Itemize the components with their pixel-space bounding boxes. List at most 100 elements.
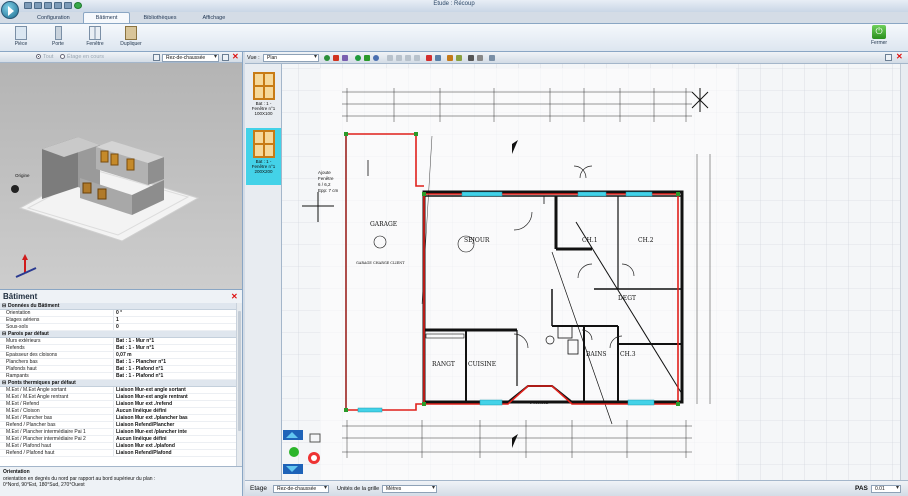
- tooltip-line: Fenêtre: [318, 176, 334, 181]
- tab-batiment[interactable]: Bâtiment: [82, 12, 131, 23]
- property-row[interactable]: M.Ext / M.Ext Angle sortant Liaison Mur-e…: [0, 387, 242, 394]
- room-label: SEJOUR: [464, 237, 490, 244]
- navigation-widget[interactable]: [282, 428, 324, 476]
- property-row[interactable]: Sous-sols 0: [0, 324, 242, 331]
- floor-select[interactable]: Rez-de-chaussée: [273, 485, 329, 493]
- close-properties-icon[interactable]: ✕: [231, 293, 238, 301]
- play-icon[interactable]: [355, 55, 361, 61]
- tab-affichage[interactable]: Affichage: [189, 12, 238, 23]
- title-bar: Etude : Récoup: [0, 0, 908, 12]
- room-label: CH.2: [638, 237, 654, 244]
- radio-current-label: Étage en cours: [67, 54, 104, 60]
- plan-toolbar: Vue : Plan ✕: [245, 52, 908, 64]
- undock-icon[interactable]: [222, 54, 229, 61]
- duplicate-icon: [125, 26, 137, 40]
- level-select[interactable]: Rez-de-chaussée: [162, 54, 219, 62]
- close-plan-icon[interactable]: ✕: [896, 53, 903, 61]
- room-icon: [15, 26, 27, 40]
- window-button[interactable]: Fenêtre: [84, 26, 106, 51]
- radio-current-floor[interactable]: [60, 54, 65, 59]
- left-panel: Tout Étage en cours Rez-de-chaussée ✕: [0, 52, 243, 496]
- cut-icon[interactable]: [396, 55, 402, 61]
- pen-icon[interactable]: [333, 55, 339, 61]
- grid-icon[interactable]: [435, 55, 441, 61]
- property-row[interactable]: Planchers bas Bat : 1 - Plancher n°1: [0, 359, 242, 366]
- window-icon: [89, 26, 101, 40]
- collapse-icon: ⊟: [2, 331, 7, 337]
- property-grid: ⊟ Données du Bâtiment Orientation 0 ° Etag…: [0, 303, 242, 466]
- properties-title: Bâtiment: [3, 292, 38, 301]
- property-row[interactable]: Epaisseur des cloisons 0,07 m: [0, 352, 242, 359]
- lock-icon[interactable]: [477, 55, 483, 61]
- properties-scrollbar[interactable]: [236, 303, 242, 466]
- paint-icon[interactable]: [447, 55, 453, 61]
- delete-icon[interactable]: [426, 55, 432, 61]
- property-row[interactable]: Rampants Bat : 1 - Plafond n°1: [0, 373, 242, 380]
- room-label: CH.3: [620, 351, 636, 358]
- close-view3d-icon[interactable]: ✕: [232, 53, 239, 61]
- section-header[interactable]: ⊟ Parois par défaut: [0, 331, 242, 338]
- status-bar: Etage Rez-de-chaussée Unités de la grill…: [245, 480, 908, 496]
- measure-icon[interactable]: [342, 55, 348, 61]
- layer-icon[interactable]: [456, 55, 462, 61]
- undock-plan-icon[interactable]: [885, 54, 892, 61]
- zoom-fit-icon[interactable]: [373, 55, 379, 61]
- view-select[interactable]: Plan: [263, 54, 319, 62]
- paste-icon[interactable]: [405, 55, 411, 61]
- eye-icon[interactable]: [468, 55, 474, 61]
- property-row[interactable]: Refend / Plancher bas Liaison Refend/Plan…: [0, 422, 242, 429]
- window-component-icon: [252, 72, 275, 100]
- plan-canvas[interactable]: GARAGE GARAGE CHARGE CLIENT SEJOUR CH.1 …: [282, 64, 904, 480]
- step-input[interactable]: 0.01: [871, 485, 901, 493]
- property-row[interactable]: Murs extérieurs Bat : 1 - Mur n°1: [0, 338, 242, 345]
- copy-icon[interactable]: [387, 55, 393, 61]
- section-header[interactable]: ⊟ Données du Bâtiment: [0, 303, 242, 310]
- settings-icon[interactable]: [489, 55, 495, 61]
- duplicate-button[interactable]: Dupliquer: [118, 26, 144, 51]
- collapse-icon: ⊟: [2, 380, 7, 386]
- property-row[interactable]: M.Ext / Plafond haut Liaison Mur ext ./pl…: [0, 443, 242, 450]
- property-row[interactable]: Refend / Plafond haut Liaison Refend/Plaf…: [0, 450, 242, 457]
- close-button[interactable]: ⏻ Fermer: [866, 25, 892, 52]
- plan-scrollbar[interactable]: [900, 64, 908, 480]
- room-label: CUISINE: [468, 361, 496, 368]
- property-row[interactable]: M.Ext / Plancher intermédiaire Pai 1 Liai…: [0, 429, 242, 436]
- window-component-icon: [252, 130, 275, 158]
- door-button[interactable]: Porte: [47, 26, 69, 51]
- tab-configuration[interactable]: Configuration: [24, 12, 83, 23]
- property-row[interactable]: M.Ext / M.Ext Angle rentrant Liaison Mur-…: [0, 394, 242, 401]
- property-row[interactable]: Plafonds haut Bat : 1 - Plafond n°1: [0, 366, 242, 373]
- section-header[interactable]: ⊟ Ponts thermiques par défaut: [0, 380, 242, 387]
- room-label: GARAGE: [370, 221, 397, 228]
- property-row[interactable]: M.Ext / Cloison Aucun linéique défini: [0, 408, 242, 415]
- grid-unit-select[interactable]: Mètres: [382, 485, 437, 493]
- property-row[interactable]: Orientation 0 °: [0, 310, 242, 317]
- room-label: GARAGE CHARGE CLIENT: [356, 261, 405, 265]
- power-icon: ⏻: [872, 25, 886, 39]
- grid-unit-label: Unités de la grille: [337, 486, 380, 492]
- view-label: Vue :: [247, 55, 260, 61]
- room-label: CH.1: [582, 237, 598, 244]
- app-menu-button[interactable]: [1, 1, 19, 19]
- property-row[interactable]: M.Ext / Plancher intermédiaire Pai 2 Aucu…: [0, 436, 242, 443]
- component-thumbnails: Bat : 1 - Fenêtre n°1 100X100 Bat : 1 - …: [245, 64, 282, 480]
- property-row[interactable]: Etages aériens 1: [0, 317, 242, 324]
- tooltip-line: Ajoute: [318, 170, 331, 175]
- tooltip-line: Epp: 7 cm: [318, 188, 339, 193]
- radio-all[interactable]: [36, 54, 41, 59]
- 3d-model: [11, 137, 200, 278]
- property-row[interactable]: M.Ext / Plancher bas Liaison Mur ext ./pl…: [0, 415, 242, 422]
- thumb-window-200[interactable]: Bat : 1 - Fenêtre n°1 200X200: [246, 128, 281, 185]
- thumb-window-100[interactable]: Bat : 1 - Fenêtre n°1 100X100: [246, 70, 281, 116]
- room-button[interactable]: Pièce: [10, 26, 32, 51]
- room-label: DEGT: [618, 295, 636, 302]
- arrow-right-icon[interactable]: [364, 55, 370, 61]
- level-filter-icon[interactable]: [153, 54, 160, 61]
- property-row[interactable]: M.Ext / Refend Liaison Mur ext ./refend: [0, 401, 242, 408]
- property-row[interactable]: Refends Bat : 1 - Mur n°1: [0, 345, 242, 352]
- tab-bibliotheques[interactable]: Bibliothèques: [130, 12, 189, 23]
- 3d-view[interactable]: Origine: [0, 63, 242, 289]
- undo-icon[interactable]: [414, 55, 420, 61]
- collapse-icon: ⊟: [2, 303, 7, 309]
- add-icon[interactable]: [324, 55, 330, 61]
